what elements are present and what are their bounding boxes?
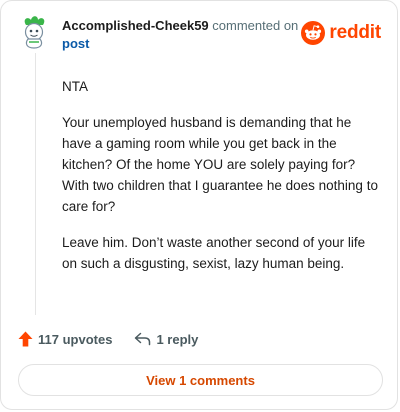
comment-paragraph-3: Leave him. Don’t waste another second of… xyxy=(62,235,366,271)
reddit-wordmark: reddit xyxy=(329,22,381,43)
avatar-icon xyxy=(24,16,45,49)
comment-body: NTA Your unemployed husband is demanding… xyxy=(62,76,380,289)
thread-line xyxy=(35,53,36,315)
comment-header: Accomplished-Cheek59 commented on post xyxy=(62,17,302,53)
avatar[interactable] xyxy=(19,15,49,49)
comment-card: Accomplished-Cheek59 commented on post r… xyxy=(0,0,398,410)
username-link[interactable]: Accomplished-Cheek59 xyxy=(62,18,209,33)
comment-actions: 117 upvotes 1 reply xyxy=(18,331,198,347)
view-comments-label: View 1 comments xyxy=(146,372,255,388)
comment-paragraph-1: NTA xyxy=(62,79,88,94)
upvote-arrow-icon xyxy=(18,331,33,347)
post-link[interactable]: post xyxy=(62,36,89,51)
reddit-snoo-icon xyxy=(301,21,326,45)
upvote-count: 117 upvotes xyxy=(38,331,113,347)
reddit-logo[interactable]: reddit xyxy=(301,21,381,45)
reply-button[interactable]: 1 reply xyxy=(134,332,198,347)
comment-paragraph-2: Your unemployed husband is demanding tha… xyxy=(62,115,378,214)
view-comments-button[interactable]: View 1 comments xyxy=(18,364,383,396)
reply-count: 1 reply xyxy=(156,331,199,347)
reply-arrow-icon xyxy=(135,332,151,346)
upvote-button[interactable]: 117 upvotes xyxy=(18,331,112,347)
commented-on-text: commented on xyxy=(212,18,299,33)
